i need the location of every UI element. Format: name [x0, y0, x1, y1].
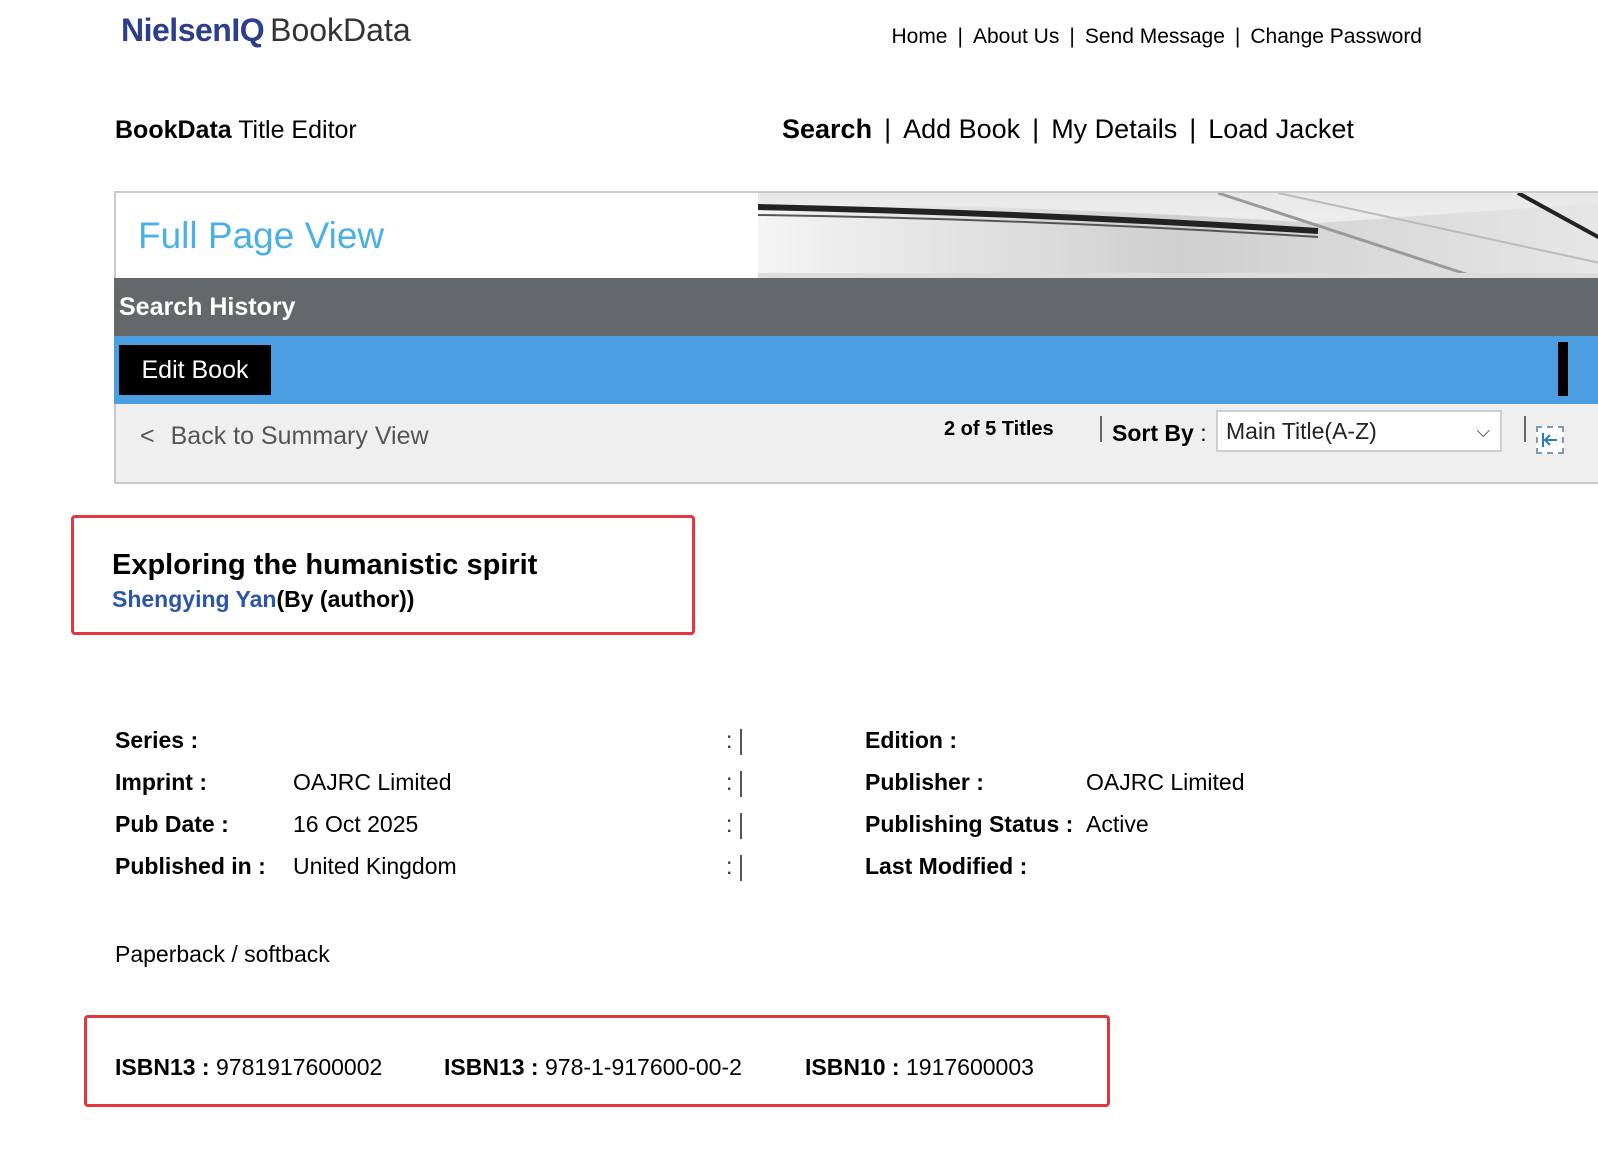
- books-banner-image: [758, 193, 1598, 278]
- page: NielsenIQ BookData Home | About Us | Send Mes…: [0, 0, 1598, 1162]
- product-format: Paperback / softback: [115, 941, 330, 967]
- isbn13-plain: ISBN13 : 9781917600002: [115, 1052, 382, 1082]
- author-link[interactable]: Shengying Yan: [112, 586, 276, 612]
- isbn13-plain-label: ISBN13 :: [115, 1054, 210, 1080]
- sort-by-select[interactable]: Main Title(A-Z) ⌵: [1216, 410, 1502, 452]
- nielseniq-logo[interactable]: NielsenIQ BookData: [121, 10, 411, 50]
- pub-date-label: Pub Date :: [115, 811, 229, 837]
- logo-product: BookData: [270, 12, 411, 48]
- toolbar-divider: [1524, 416, 1526, 442]
- main-nav: Search | Add Book | My Details | Load Jacket: [782, 111, 1354, 147]
- nav-separator: |: [1069, 25, 1075, 48]
- publisher-value: OAJRC Limited: [1086, 769, 1245, 795]
- chevron-left-icon: <: [140, 422, 155, 450]
- main-nav-my-details[interactable]: My Details: [1051, 114, 1177, 144]
- separator-colon: :: [726, 769, 733, 795]
- series-label: Series :: [115, 727, 199, 753]
- publishing-status-value: Active: [1086, 811, 1149, 837]
- isbn13-hyphenated-value: 978-1-917600-00-2: [544, 1054, 742, 1080]
- top-nav: Home | About Us | Send Message | Change Passwo…: [891, 22, 1422, 52]
- tab-bar: Edit Book: [114, 336, 1598, 404]
- logo-brand: NielsenIQ: [121, 12, 265, 48]
- pub-date-value: 16 Oct 2025: [293, 811, 419, 837]
- isbn13-hyphenated-label: ISBN13 :: [444, 1054, 539, 1080]
- isbn10-label: ISBN10 :: [805, 1054, 900, 1080]
- app-title-bold: BookData: [115, 116, 232, 144]
- sort-by-text: Sort By: [1112, 420, 1194, 446]
- column-separator: :: [726, 851, 743, 881]
- page-banner: Full Page View: [114, 191, 1598, 278]
- isbn-highlight: ISBN13 : 9781917600002 ISBN13 : 978-1-91…: [84, 1015, 1110, 1107]
- page-title: Full Page View: [138, 215, 385, 256]
- titles-count: 2 of 5 Titles: [944, 418, 1054, 440]
- back-to-summary-label: Back to Summary View: [170, 422, 429, 450]
- sort-by-colon: :: [1200, 420, 1207, 446]
- tab-bar-edge: [1558, 342, 1568, 396]
- separator-colon: :: [726, 811, 733, 837]
- chevron-down-icon: ⌵: [1476, 421, 1490, 441]
- book-title-highlight: Exploring the humanistic spirit Shengyin…: [71, 515, 695, 635]
- search-history-label: Search History: [119, 293, 296, 321]
- isbn10: ISBN10 : 1917600003: [805, 1052, 1034, 1082]
- author-role: (By (author)): [276, 586, 415, 612]
- separator-colon: :: [726, 727, 733, 753]
- isbn13-hyphenated: ISBN13 : 978-1-917600-00-2: [444, 1052, 742, 1082]
- results-toolbar: < Back to Summary View 2 of 5 Titles Sort…: [114, 404, 1598, 484]
- column-separator: :: [726, 725, 743, 755]
- back-to-summary-link[interactable]: < Back to Summary View: [140, 420, 429, 452]
- top-nav-home[interactable]: Home: [891, 25, 947, 48]
- edition-label: Edition :: [865, 727, 957, 753]
- nav-separator: |: [1032, 114, 1040, 144]
- toolbar-divider: [1100, 416, 1102, 442]
- isbn13-plain-value: 9781917600002: [215, 1054, 383, 1080]
- author-line: Shengying Yan(By (author)): [112, 584, 414, 614]
- first-page-button[interactable]: [1536, 426, 1564, 454]
- first-page-icon: [1542, 433, 1557, 447]
- top-nav-change-password[interactable]: Change Password: [1250, 25, 1422, 48]
- imprint-label: Imprint :: [115, 769, 207, 795]
- sort-by-label: Sort By :: [1112, 418, 1207, 448]
- nav-separator: |: [957, 25, 963, 48]
- published-in-value: United Kingdom: [293, 853, 457, 879]
- top-nav-about-us[interactable]: About Us: [973, 25, 1059, 48]
- published-in-label: Published in :: [115, 853, 266, 879]
- column-separator: :: [726, 767, 743, 797]
- app-title-rest: Title Editor: [238, 116, 357, 144]
- main-nav-search[interactable]: Search: [782, 114, 872, 144]
- column-separator: :: [726, 809, 743, 839]
- main-nav-add-book[interactable]: Add Book: [903, 114, 1020, 144]
- sort-by-value: Main Title(A-Z): [1226, 418, 1377, 444]
- separator-colon: :: [726, 853, 733, 879]
- imprint-value: OAJRC Limited: [293, 769, 452, 795]
- nav-separator: |: [1234, 25, 1241, 48]
- book-title: Exploring the humanistic spirit: [112, 549, 538, 581]
- nav-separator: |: [1189, 114, 1197, 144]
- search-history-bar[interactable]: Search History: [114, 278, 1598, 336]
- publisher-label: Publisher :: [865, 769, 984, 795]
- last-modified-label: Last Modified :: [865, 853, 1028, 879]
- top-nav-send-message[interactable]: Send Message: [1085, 25, 1225, 48]
- app-title: BookData Title Editor: [115, 113, 357, 147]
- tab-edit-book[interactable]: Edit Book: [119, 345, 271, 395]
- main-nav-load-jacket[interactable]: Load Jacket: [1208, 114, 1354, 144]
- isbn10-value: 1917600003: [905, 1054, 1034, 1080]
- publishing-status-label: Publishing Status :: [865, 811, 1074, 837]
- nav-separator: |: [884, 114, 892, 144]
